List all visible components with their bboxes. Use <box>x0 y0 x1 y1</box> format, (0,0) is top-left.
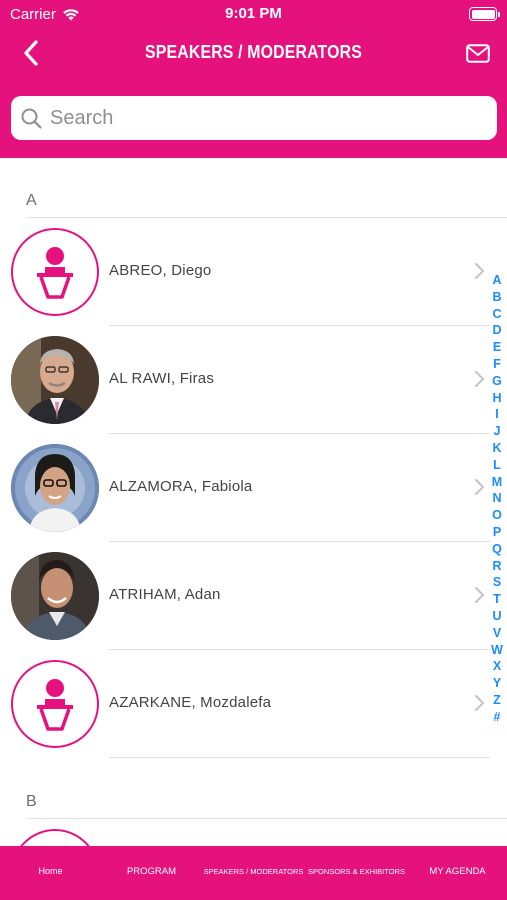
header: Carrier 9:01 PM SPEAKERS / MODERATORS <box>0 0 507 158</box>
index-letter[interactable]: E <box>493 339 501 356</box>
index-letter[interactable]: # <box>494 709 501 726</box>
speaker-row[interactable]: ABREO, Diego <box>0 218 490 326</box>
speaker-name: ATRIHAM, Adan <box>109 586 221 603</box>
speaker-photo <box>11 444 99 532</box>
tab-program[interactable]: PROGRAM <box>101 846 202 900</box>
battery-icon <box>469 7 500 21</box>
clock: 9:01 PM <box>225 5 282 22</box>
speaker-list[interactable]: A ABREO, Diego AL RAWI, Firas ALZAMORA, … <box>0 158 507 846</box>
speaker-placeholder-icon <box>11 660 99 748</box>
speaker-photo <box>11 552 99 640</box>
divider <box>109 757 490 758</box>
index-letter[interactable]: A <box>492 272 501 289</box>
alphabet-index[interactable]: A B C D E F G H I J K L M N O P Q R S T U V W X Y Z # <box>490 272 504 726</box>
index-letter[interactable]: V <box>493 625 501 642</box>
index-letter[interactable]: P <box>493 524 501 541</box>
speaker-placeholder-icon <box>11 228 99 316</box>
index-letter[interactable]: K <box>492 440 501 457</box>
index-letter[interactable]: U <box>492 608 501 625</box>
index-letter[interactable]: J <box>494 423 501 440</box>
index-letter[interactable]: W <box>491 642 503 659</box>
speaker-photo <box>11 336 99 424</box>
index-letter[interactable]: Y <box>493 675 501 692</box>
nav-bar: SPEAKERS / MODERATORS <box>0 30 507 76</box>
index-letter[interactable]: Q <box>492 541 502 558</box>
page-title: SPEAKERS / MODERATORS <box>144 42 362 62</box>
index-letter[interactable]: R <box>492 558 501 575</box>
index-letter[interactable]: F <box>493 356 501 373</box>
status-bar: Carrier 9:01 PM <box>0 0 507 30</box>
speaker-name: ALZAMORA, Fabiola <box>109 478 253 495</box>
index-letter[interactable]: B <box>492 289 501 306</box>
index-letter[interactable]: M <box>492 474 502 491</box>
speaker-name: AZARKANE, Mozdalefa <box>109 694 272 711</box>
index-letter[interactable]: T <box>493 591 501 608</box>
speaker-row[interactable]: ALZAMORA, Fabiola <box>0 434 490 542</box>
mail-button[interactable] <box>463 40 493 66</box>
search-icon <box>21 108 42 129</box>
speaker-placeholder-icon <box>11 829 99 846</box>
speaker-name: ABREO, Diego <box>109 262 212 279</box>
chevron-right-icon <box>475 587 484 603</box>
speaker-row[interactable]: AZARKANE, Mozdalefa <box>0 650 490 758</box>
index-letter[interactable]: O <box>492 507 502 524</box>
tab-my-agenda[interactable]: MY AGENDA <box>408 846 507 900</box>
tab-sponsors-exhibitors[interactable]: SPONSORS & EXHIBITORS <box>305 846 408 900</box>
chevron-right-icon <box>475 263 484 279</box>
index-letter[interactable]: I <box>495 406 498 423</box>
speaker-row[interactable]: AL RAWI, Firas <box>0 326 490 434</box>
index-letter[interactable]: N <box>492 490 501 507</box>
search-input[interactable] <box>50 106 470 130</box>
tab-home[interactable]: Home <box>0 846 101 900</box>
speaker-row[interactable] <box>0 819 490 846</box>
mail-icon <box>466 43 490 63</box>
tab-speakers-moderators[interactable]: SPEAKERS / MODERATORS <box>202 846 305 900</box>
index-letter[interactable]: X <box>493 658 501 675</box>
speaker-name: AL RAWI, Firas <box>109 370 215 387</box>
index-letter[interactable]: L <box>493 457 501 474</box>
chevron-right-icon <box>475 371 484 387</box>
search-bar[interactable] <box>11 96 497 140</box>
tab-bar: Home PROGRAM SPEAKERS / MODERATORS SPONS… <box>0 846 507 900</box>
speaker-row[interactable]: ATRIHAM, Adan <box>0 542 490 650</box>
index-letter[interactable]: S <box>493 574 501 591</box>
section-header-b: B <box>26 793 37 810</box>
index-letter[interactable]: Z <box>493 692 501 709</box>
index-letter[interactable]: C <box>492 306 501 323</box>
index-letter[interactable]: D <box>492 322 501 339</box>
index-letter[interactable]: H <box>492 390 501 407</box>
chevron-right-icon <box>475 695 484 711</box>
chevron-right-icon <box>475 479 484 495</box>
index-letter[interactable]: G <box>492 373 502 390</box>
section-header-a: A <box>26 192 37 209</box>
